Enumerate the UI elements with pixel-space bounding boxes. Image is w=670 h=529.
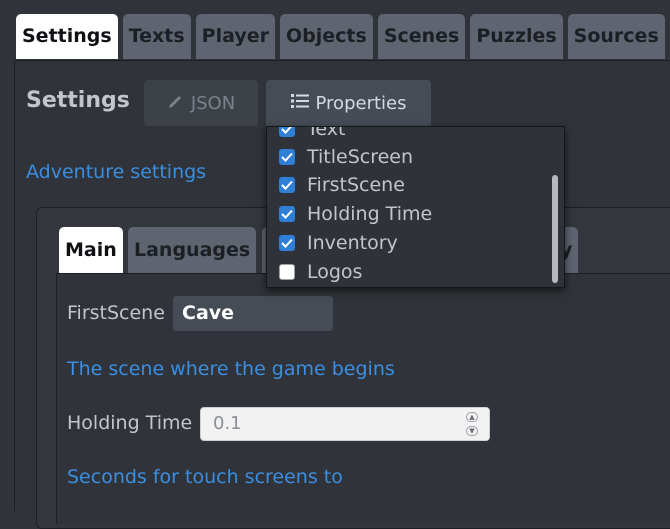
tab-sources[interactable]: Sources — [567, 14, 665, 59]
tab-texts[interactable]: Texts — [122, 14, 191, 59]
properties-button-label: Properties — [315, 92, 407, 114]
checkbox-checked-icon[interactable] — [279, 177, 295, 193]
json-button[interactable]: JSON — [144, 80, 258, 126]
holding-time-input[interactable]: 0.1 ▲ ▼ — [200, 407, 490, 441]
number-spinner[interactable]: ▲ ▼ — [465, 412, 479, 436]
property-label: Logos — [307, 261, 363, 283]
property-label: Holding Time — [307, 203, 433, 225]
list-icon — [290, 93, 309, 114]
tab-objects[interactable]: Objects — [280, 14, 373, 59]
tab-puzzles[interactable]: Puzzles — [470, 14, 563, 59]
checkbox-checked-icon[interactable] — [279, 206, 295, 222]
spin-down-icon[interactable]: ▼ — [466, 426, 478, 436]
property-item-inventory[interactable]: Inventory — [279, 231, 398, 255]
checkbox-checked-icon[interactable] — [279, 235, 295, 251]
property-item-text[interactable]: Text — [279, 126, 346, 141]
property-item-logos[interactable]: Logos — [279, 260, 362, 284]
adventure-settings-link[interactable]: Adventure settings — [26, 161, 206, 183]
pencil-icon — [167, 92, 185, 115]
holding-time-label: Holding Time — [67, 412, 193, 434]
property-item-titlescreen[interactable]: TitleScreen — [279, 145, 413, 169]
tab-scenes[interactable]: Scenes — [377, 14, 466, 59]
tab-player[interactable]: Player — [195, 14, 275, 59]
page-title: Settings — [26, 88, 130, 113]
holding-time-help: Seconds for touch screens to — [67, 466, 343, 488]
properties-button[interactable]: Properties — [266, 80, 431, 126]
checkbox-checked-icon[interactable] — [279, 127, 295, 137]
checkbox-unchecked-icon[interactable] — [279, 264, 295, 280]
property-label: TitleScreen — [307, 146, 414, 168]
holding-time-placeholder: 0.1 — [213, 413, 242, 434]
property-label: FirstScene — [307, 174, 405, 196]
property-item-firstscene[interactable]: FirstScene — [279, 173, 405, 197]
dropdown-scrollbar-thumb[interactable] — [552, 175, 558, 283]
top-tab-bar: Settings Texts Player Objects Scenes Puz… — [16, 14, 665, 60]
first-scene-help: The scene where the game begins — [67, 358, 395, 380]
tab-settings[interactable]: Settings — [16, 14, 118, 59]
properties-dropdown: Text TitleScreen FirstScene Holding Time… — [266, 126, 565, 288]
first-scene-label: FirstScene — [67, 302, 165, 324]
spin-up-icon[interactable]: ▲ — [466, 412, 478, 422]
json-button-label: JSON — [190, 92, 236, 114]
property-label: Inventory — [307, 232, 398, 254]
property-item-holding-time[interactable]: Holding Time — [279, 202, 432, 226]
property-label: Text — [307, 126, 346, 140]
tab-main[interactable]: Main — [59, 227, 123, 273]
checkbox-checked-icon[interactable] — [279, 149, 295, 165]
tab-languages[interactable]: Languages — [128, 227, 257, 273]
first-scene-field[interactable]: Cave — [173, 296, 333, 331]
